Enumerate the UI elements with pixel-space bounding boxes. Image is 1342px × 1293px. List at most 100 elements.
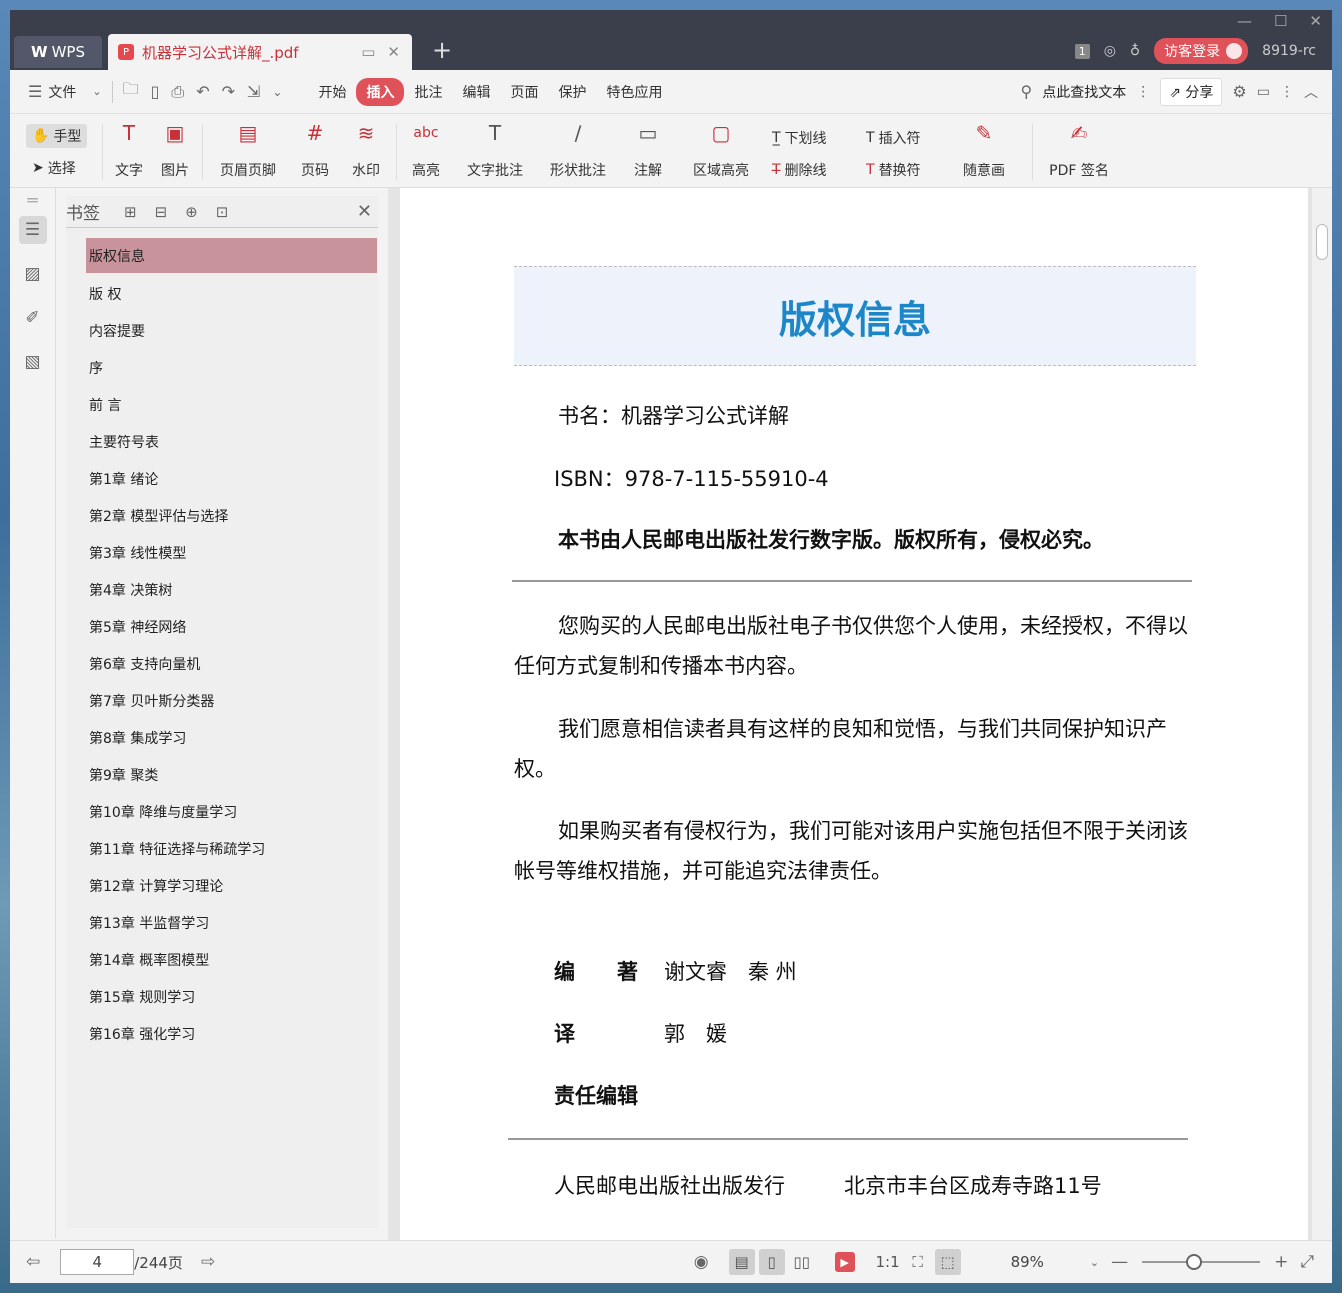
annotation-button[interactable]: ▭ 注解: [628, 118, 668, 184]
strikethrough-button[interactable]: T̶ 删除线: [772, 160, 827, 180]
thumbnail-icon[interactable]: ▨: [19, 260, 47, 288]
watermark-button[interactable]: ≋ 水印: [346, 118, 386, 184]
previous-page-icon[interactable]: ⇦: [20, 1252, 46, 1272]
redo-icon[interactable]: ↷: [216, 82, 241, 101]
freehand-button[interactable]: ✎ 随意画: [956, 118, 1012, 184]
close-tab-icon[interactable]: ✕: [387, 43, 400, 61]
menu-tab-insert[interactable]: 插入: [356, 77, 405, 106]
skin-icon[interactable]: ♁: [1130, 43, 1140, 59]
select-tool-button[interactable]: ➤ 选择: [32, 158, 76, 178]
bookmark-item[interactable]: 第7章 贝叶斯分类器: [86, 682, 377, 719]
drag-handle-icon[interactable]: ═: [19, 191, 47, 211]
menu-tab-start[interactable]: 开始: [308, 78, 356, 106]
file-menu[interactable]: 文件: [48, 78, 86, 106]
undo-icon[interactable]: ↶: [190, 82, 215, 101]
menu-tab-comment[interactable]: 批注: [404, 78, 452, 106]
text-comment-button[interactable]: T 文字批注: [464, 118, 526, 184]
bookmark-item[interactable]: 第6章 支持向量机: [86, 645, 377, 682]
comment-bubble-icon[interactable]: ▭: [1257, 84, 1270, 100]
collapse-all-icon[interactable]: ⊟: [155, 203, 168, 221]
insert-text-button[interactable]: T 文字: [112, 118, 146, 184]
play-slideshow-icon[interactable]: ▶: [834, 1252, 855, 1272]
window-count-badge[interactable]: 1: [1074, 43, 1090, 59]
more-menu-icon[interactable]: ⋮: [1280, 84, 1294, 100]
highlight-button[interactable]: abc 高亮: [406, 118, 446, 184]
menu-tab-page[interactable]: 页面: [500, 78, 548, 106]
login-button[interactable]: 访客登录: [1154, 38, 1249, 64]
bookmark-item[interactable]: 前 言: [86, 386, 377, 423]
annotation-list-icon[interactable]: ✐: [19, 304, 47, 332]
bookmark-item[interactable]: 第8章 集成学习: [86, 719, 377, 756]
bookmark-item[interactable]: 内容提要: [86, 312, 377, 349]
bookmark-item[interactable]: 第2章 模型评估与选择: [86, 497, 377, 534]
bookmark-item[interactable]: 第12章 计算学习理论: [86, 867, 377, 904]
pin-tab-icon[interactable]: ▭: [361, 43, 375, 61]
bookmark-item[interactable]: 第3章 线性模型: [86, 534, 377, 571]
menu-tab-edit[interactable]: 编辑: [452, 78, 500, 106]
bookmark-item[interactable]: 第11章 特征选择与稀疏学习: [86, 830, 377, 867]
bookmark-item[interactable]: 第9章 聚类: [86, 756, 377, 793]
signature-list-icon[interactable]: ▧: [19, 348, 47, 376]
page-number-button[interactable]: # 页码: [298, 118, 332, 184]
header-footer-button[interactable]: ▤ 页眉页脚: [212, 118, 284, 184]
scrollbar-thumb[interactable]: [1316, 224, 1328, 260]
bookmark-item[interactable]: 第16章 强化学习: [86, 1015, 377, 1052]
more-chevron-icon[interactable]: ⌄: [266, 85, 288, 99]
maximize-icon[interactable]: ☐: [1274, 12, 1287, 30]
continuous-view-icon[interactable]: ▤: [728, 1249, 755, 1275]
add-bookmark-icon[interactable]: ⊕: [185, 203, 198, 221]
bookmark-item[interactable]: 第5章 神经网络: [86, 608, 377, 645]
zoom-out-icon[interactable]: —: [1105, 1252, 1134, 1272]
document-viewer[interactable]: 版权信息 书名：机器学习公式详解 ISBN：978-7-115-55910-4 …: [388, 188, 1332, 1240]
save-icon[interactable]: ▯: [145, 82, 166, 101]
two-page-icon[interactable]: ▯▯: [789, 1249, 815, 1275]
actual-size-icon[interactable]: 1:1: [875, 1249, 901, 1275]
bookmark-options-icon[interactable]: ⊡: [216, 203, 229, 221]
wps-home-tab[interactable]: W WPS: [14, 36, 102, 68]
shape-comment-button[interactable]: ∕ 形状批注: [542, 118, 614, 184]
menu-tab-protect[interactable]: 保护: [548, 78, 596, 106]
pdf-sign-button[interactable]: ✍ PDF 签名: [1042, 118, 1116, 184]
bookmark-item[interactable]: 版 权: [86, 275, 377, 312]
vertical-scrollbar[interactable]: [1312, 188, 1332, 1240]
search-icon[interactable]: ⚲: [1021, 82, 1033, 101]
insert-image-button[interactable]: ▣ 图片: [158, 118, 192, 184]
bookmark-item[interactable]: 第15章 规则学习: [86, 978, 377, 1015]
chevron-down-icon[interactable]: ⌄: [86, 85, 107, 98]
open-folder-icon[interactable]: 🗀: [117, 78, 145, 105]
bookmark-item[interactable]: 序: [86, 349, 377, 386]
next-page-icon[interactable]: ⇨: [195, 1252, 221, 1272]
more-vertical-icon[interactable]: ⋮: [1136, 84, 1150, 100]
close-panel-icon[interactable]: ✕: [357, 201, 378, 222]
zoom-slider[interactable]: [1142, 1254, 1261, 1270]
zoom-slider-knob[interactable]: [1186, 1254, 1203, 1270]
settings-gear-icon[interactable]: ⚙: [1232, 82, 1246, 101]
replace-mark-button[interactable]: T 替换符: [866, 160, 921, 180]
bookmark-item[interactable]: 版权信息: [86, 238, 377, 273]
bookmark-item[interactable]: 第14章 概率图模型: [86, 941, 377, 978]
share-button[interactable]: ⇗ 分享: [1160, 77, 1223, 106]
export-icon[interactable]: ⇲: [241, 82, 266, 101]
bookmark-item[interactable]: 第1章 绪论: [86, 460, 377, 497]
hand-tool-button[interactable]: ✋ 手型: [26, 124, 88, 148]
bookmark-list-icon[interactable]: ☰: [18, 216, 47, 244]
eye-protection-icon[interactable]: ◉: [688, 1252, 715, 1272]
bookmark-item[interactable]: 第4章 决策树: [86, 571, 377, 608]
bookmark-item[interactable]: 第10章 降维与度量学习: [86, 793, 377, 830]
hamburger-icon[interactable]: ☰: [22, 82, 48, 101]
fit-width-icon[interactable]: ⬚: [934, 1249, 961, 1275]
bookmark-item[interactable]: 主要符号表: [86, 423, 377, 460]
fit-page-icon[interactable]: ⛶: [905, 1249, 931, 1275]
cloud-icon[interactable]: ◎: [1104, 43, 1116, 59]
page-number-input[interactable]: 4: [60, 1249, 135, 1275]
document-tab[interactable]: P 机器学习公式详解_.pdf ▭ ✕: [108, 34, 412, 70]
close-window-icon[interactable]: ✕: [1309, 12, 1322, 30]
print-icon[interactable]: ⎙: [165, 82, 190, 102]
underline-button[interactable]: T̲ 下划线: [772, 128, 827, 148]
find-text-button[interactable]: 点此查找文本: [1042, 82, 1126, 102]
zoom-level[interactable]: 89%: [1011, 1253, 1044, 1271]
fullscreen-icon[interactable]: ⤢: [1294, 1252, 1320, 1272]
expand-all-icon[interactable]: ⊞: [124, 203, 137, 221]
area-highlight-button[interactable]: ▢ 区域高亮: [686, 118, 756, 184]
zoom-dropdown-icon[interactable]: ⌄: [1084, 1256, 1105, 1269]
